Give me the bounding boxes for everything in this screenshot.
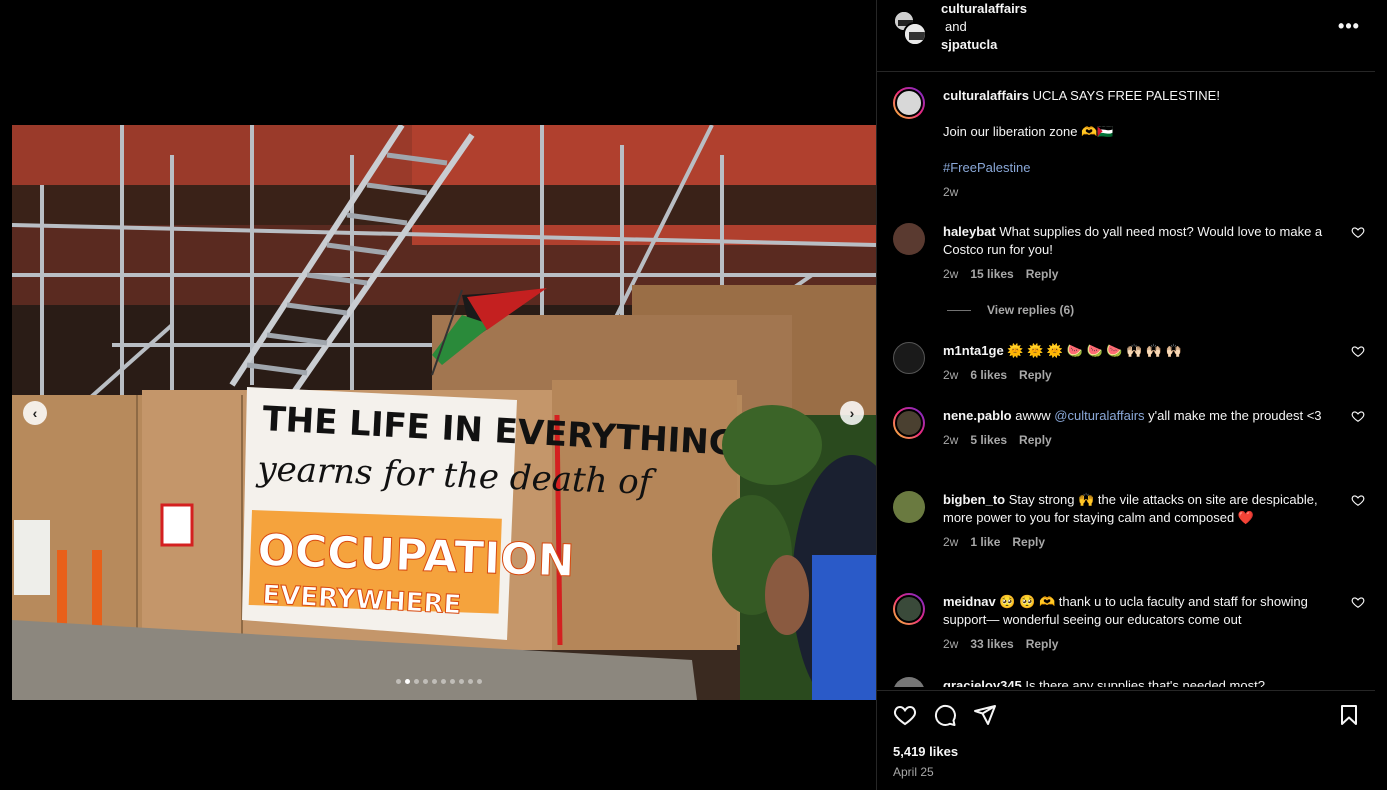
timestamp[interactable]: 2w: [943, 431, 958, 449]
avatar[interactable]: [893, 593, 925, 625]
reply-button[interactable]: Reply: [1012, 533, 1045, 551]
username-link[interactable]: bigben_to: [943, 492, 1005, 507]
avatar[interactable]: [893, 223, 925, 255]
caption-line2: Join our liberation zone 🫶🇵🇸: [943, 124, 1114, 139]
likes-count[interactable]: 5,419 likes: [893, 744, 958, 759]
timestamp[interactable]: 2w: [943, 366, 958, 384]
post-photo[interactable]: THE LIFE IN EVERYTHING yearns for the de…: [12, 125, 876, 700]
username-link[interactable]: gracieloy345: [943, 678, 1022, 687]
timestamp[interactable]: 2w: [943, 635, 958, 653]
avatar: [903, 22, 927, 46]
like-comment-icon[interactable]: [1351, 493, 1365, 507]
post-header: culturalaffairs and sjpatucla •••: [877, 0, 1375, 72]
comment-text: Is there any supplies that's needed most…: [1025, 678, 1265, 687]
carousel-prev-button[interactable]: ‹: [23, 401, 47, 425]
carousel-dot[interactable]: [396, 679, 401, 684]
username-link[interactable]: m1nta1ge: [943, 343, 1004, 358]
timestamp[interactable]: 2w: [943, 265, 958, 283]
comment-text-post: y'all make me the proudest <3: [1144, 408, 1322, 423]
mention-link[interactable]: @culturalaffairs: [1054, 408, 1144, 423]
comment-likes[interactable]: 33 likes: [970, 635, 1013, 653]
like-comment-icon[interactable]: [1351, 344, 1365, 358]
carousel-dot[interactable]: [477, 679, 482, 684]
share-icon[interactable]: [973, 703, 997, 727]
carousel-indicator: [396, 679, 482, 684]
comments-list[interactable]: culturalaffairs UCLA SAYS FREE PALESTINE…: [877, 72, 1375, 687]
caption-meta: 2w: [943, 183, 1338, 201]
timestamp[interactable]: 2w: [943, 533, 958, 551]
comment-text: 🥺 🥺 🫶 thank u to ucla faculty and staff …: [943, 594, 1308, 627]
carousel-dot[interactable]: [405, 679, 410, 684]
reply-button[interactable]: Reply: [1026, 265, 1059, 283]
collab-names: culturalaffairs and sjpatucla: [941, 0, 1027, 54]
comment-likes[interactable]: 6 likes: [970, 366, 1007, 384]
timestamp[interactable]: 2w: [943, 183, 958, 201]
caption-text: UCLA SAYS FREE PALESTINE!: [1032, 88, 1220, 103]
carousel-dot[interactable]: [423, 679, 428, 684]
carousel-dot[interactable]: [468, 679, 473, 684]
carousel-dot[interactable]: [414, 679, 419, 684]
post-photo-illustration: THE LIFE IN EVERYTHING yearns for the de…: [12, 125, 876, 700]
username-link[interactable]: haleybat: [943, 224, 996, 239]
comment-likes[interactable]: 15 likes: [970, 265, 1013, 283]
carousel-dot[interactable]: [450, 679, 455, 684]
reply-button[interactable]: Reply: [1026, 635, 1059, 653]
post-date[interactable]: April 25: [893, 765, 934, 779]
view-replies-label: View replies (6): [987, 303, 1075, 317]
username-link[interactable]: sjpatucla: [941, 36, 1027, 54]
username-link[interactable]: culturalaffairs: [943, 88, 1029, 103]
and-text: and: [945, 19, 967, 34]
avatar[interactable]: [893, 491, 925, 523]
reply-button[interactable]: Reply: [1019, 431, 1052, 449]
carousel-dot[interactable]: [432, 679, 437, 684]
comment-likes[interactable]: 1 like: [970, 533, 1000, 551]
bookmark-icon[interactable]: [1337, 703, 1361, 727]
avatar[interactable]: [893, 677, 925, 687]
comment-icon[interactable]: [933, 703, 957, 727]
like-comment-icon[interactable]: [1351, 409, 1365, 423]
avatar[interactable]: [893, 87, 925, 119]
like-icon[interactable]: [893, 703, 917, 727]
like-comment-icon[interactable]: [1351, 595, 1365, 609]
collab-avatars[interactable]: [893, 10, 927, 46]
comment-text: 🌞 🌞 🌞 🍉 🍉 🍉 🙌🏻 🙌🏻 🙌🏻: [1007, 343, 1182, 358]
carousel-next-button[interactable]: ›: [840, 401, 864, 425]
comment-likes[interactable]: 5 likes: [970, 431, 1007, 449]
more-options-button[interactable]: •••: [1337, 14, 1361, 38]
comment-text: What supplies do yall need most? Would l…: [943, 224, 1323, 257]
divider: [947, 309, 971, 311]
reply-button[interactable]: Reply: [1019, 366, 1052, 384]
username-link[interactable]: culturalaffairs: [941, 0, 1027, 18]
avatar[interactable]: [893, 342, 925, 374]
media-viewer: THE LIFE IN EVERYTHING yearns for the de…: [0, 0, 876, 790]
action-bar: 5,419 likes April 25: [877, 690, 1375, 790]
comment-text-pre: awww: [1015, 408, 1055, 423]
hashtag-link[interactable]: #FreePalestine: [943, 159, 1338, 177]
carousel-dot[interactable]: [441, 679, 446, 684]
view-replies-button[interactable]: View replies (6): [947, 303, 1074, 317]
like-comment-icon[interactable]: [1351, 225, 1365, 239]
post-side-panel: culturalaffairs and sjpatucla ••• cultur…: [876, 0, 1387, 790]
avatar[interactable]: [893, 407, 925, 439]
carousel-dot[interactable]: [459, 679, 464, 684]
username-link[interactable]: meidnav: [943, 594, 996, 609]
username-link[interactable]: nene.pablo: [943, 408, 1012, 423]
